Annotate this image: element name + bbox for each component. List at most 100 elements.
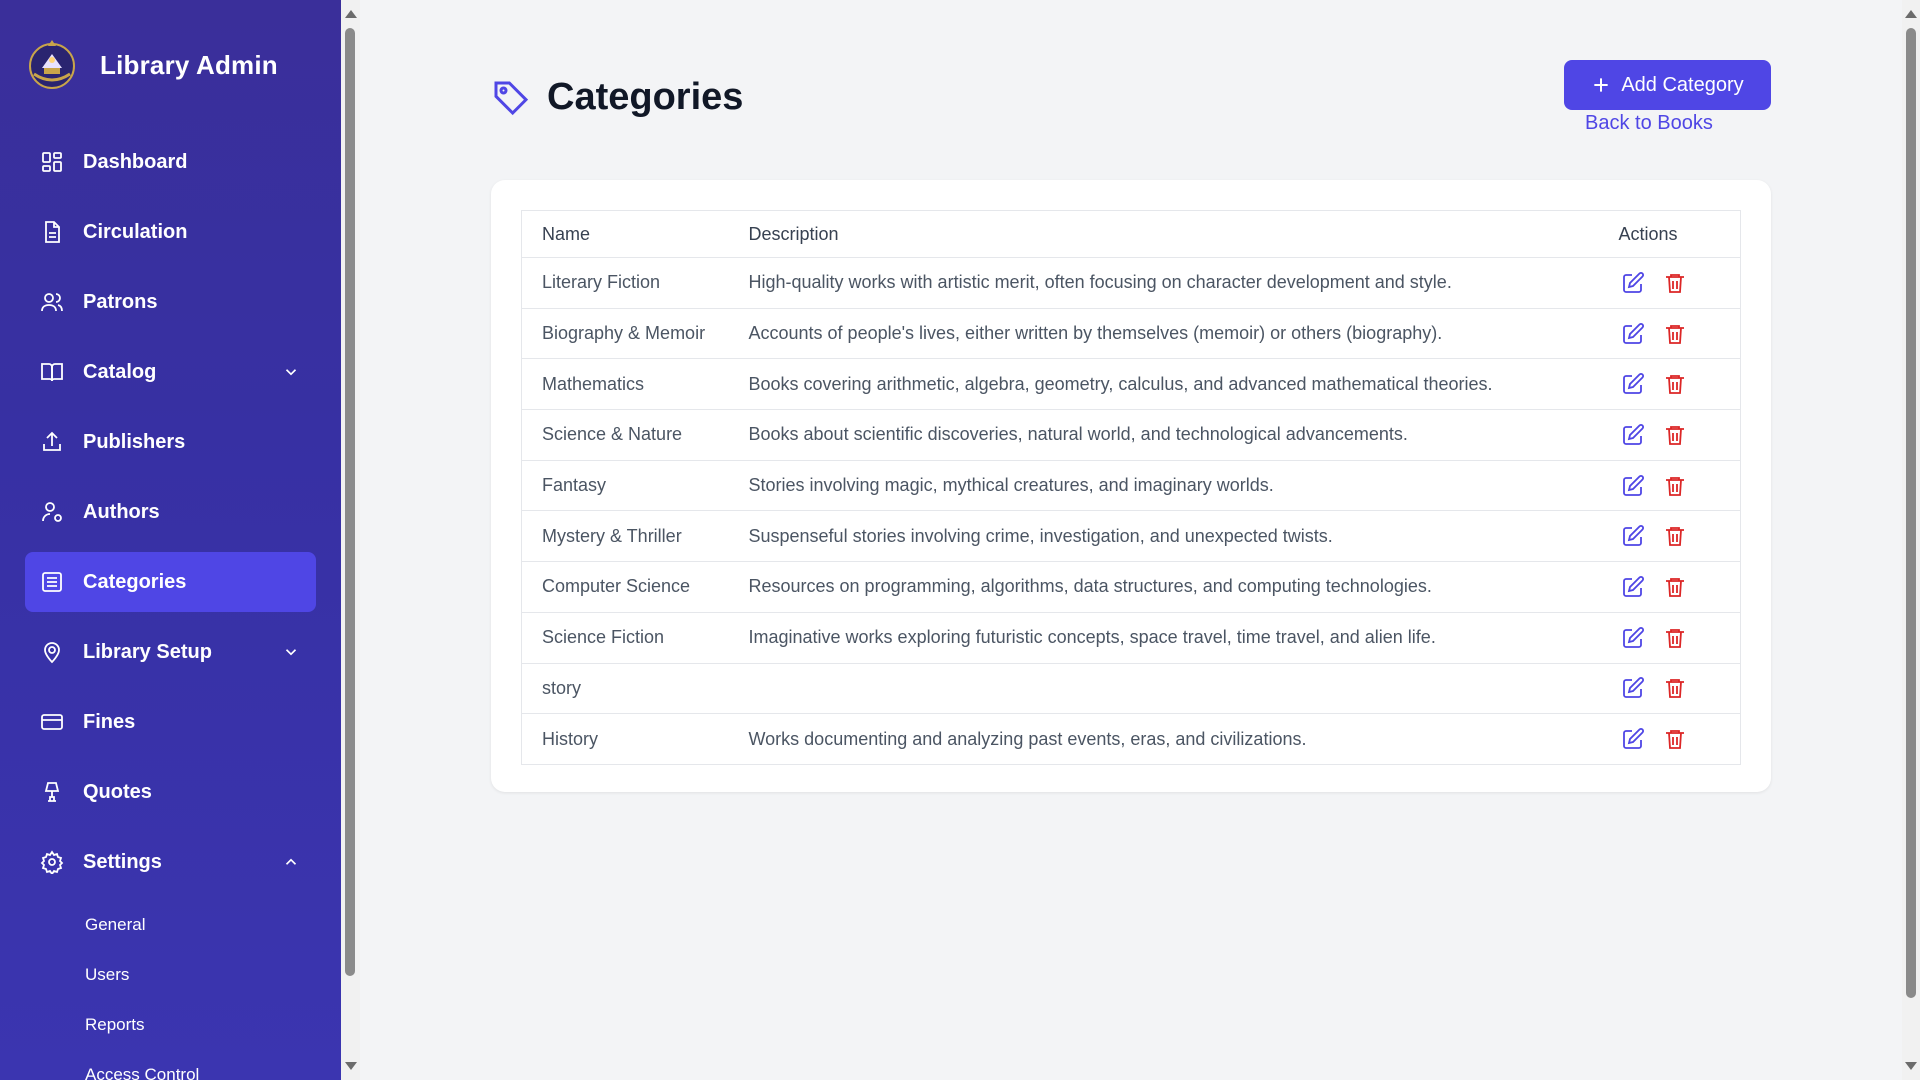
sidebar-item-library-setup[interactable]: Library Setup: [25, 622, 316, 682]
trash-icon[interactable]: [1663, 322, 1687, 346]
sidebar-item-circulation[interactable]: Circulation: [25, 202, 316, 262]
category-name: Science & Nature: [521, 409, 749, 461]
edit-icon[interactable]: [1621, 676, 1645, 700]
chevron-up-icon[interactable]: [282, 853, 300, 871]
trash-icon[interactable]: [1663, 423, 1687, 447]
book-open-icon: [40, 360, 64, 384]
page-title: Categories: [547, 76, 744, 118]
edit-icon[interactable]: [1621, 474, 1645, 498]
edit-icon[interactable]: [1621, 524, 1645, 548]
page-scrollbar[interactable]: [1902, 0, 1920, 1080]
edit-icon[interactable]: [1621, 423, 1645, 447]
back-to-books-link[interactable]: Back to Books: [1585, 112, 1713, 135]
sidebar-item-patrons[interactable]: Patrons: [25, 272, 316, 332]
row-actions: [1618, 257, 1741, 309]
sidebar-item-dashboard[interactable]: Dashboard: [25, 132, 316, 192]
scroll-up-icon[interactable]: [1905, 10, 1917, 18]
category-name: Mathematics: [521, 358, 749, 411]
scroll-up-icon[interactable]: [345, 10, 357, 18]
sidebar-item-label: Dashboard: [83, 150, 188, 173]
edit-icon[interactable]: [1621, 727, 1645, 751]
category-name: Fantasy: [521, 460, 749, 512]
table-row: Mathematics Books covering arithmetic, al…: [521, 358, 1741, 411]
lamp-icon: [40, 780, 64, 804]
sidebar-item-label: Circulation: [83, 220, 188, 243]
column-header-description[interactable]: Description: [748, 210, 1619, 258]
sidebar: Library Admin Dashboard Circulation Patr…: [0, 0, 341, 1080]
column-header-name[interactable]: Name: [521, 210, 749, 258]
scrollbar-thumb[interactable]: [345, 28, 355, 976]
row-actions: [1618, 308, 1741, 360]
row-actions: [1618, 358, 1741, 411]
tag-icon: [491, 78, 531, 118]
brand[interactable]: Library Admin: [26, 36, 278, 94]
user-cog-icon: [40, 500, 64, 524]
subnav-item-reports[interactable]: Reports: [25, 1000, 316, 1050]
trash-icon[interactable]: [1663, 727, 1687, 751]
sidebar-item-settings[interactable]: Settings: [25, 832, 316, 892]
trash-icon[interactable]: [1663, 626, 1687, 650]
upload-icon: [40, 430, 64, 454]
sidebar-item-label: Catalog: [83, 360, 157, 383]
table-row: Biography & Memoir Accounts of people's l…: [521, 308, 1741, 360]
page-header: Categories: [491, 76, 743, 119]
scroll-down-icon[interactable]: [1905, 1062, 1917, 1070]
chevron-down-icon[interactable]: [282, 643, 300, 661]
sidebar-item-publishers[interactable]: Publishers: [25, 412, 316, 472]
trash-icon[interactable]: [1663, 372, 1687, 396]
category-name: Science Fiction: [521, 612, 749, 664]
scroll-down-icon[interactable]: [345, 1062, 357, 1070]
subnav-item-general[interactable]: General: [25, 900, 316, 950]
sidebar-item-label: Publishers: [83, 430, 186, 453]
edit-icon[interactable]: [1621, 322, 1645, 346]
category-description: Resources on programming, algorithms, da…: [748, 561, 1619, 613]
trash-icon[interactable]: [1663, 474, 1687, 498]
category-description: Imaginative works exploring futuristic c…: [748, 612, 1619, 664]
row-actions: [1618, 561, 1741, 613]
table-row: Fantasy Stories involving magic, mythical…: [521, 460, 1741, 512]
row-actions: [1618, 409, 1741, 461]
sidebar-item-label: Settings: [83, 850, 162, 873]
column-header-actions: Actions: [1618, 210, 1741, 258]
edit-icon[interactable]: [1621, 575, 1645, 599]
category-description: Accounts of people's lives, either writt…: [748, 308, 1619, 360]
subnav-item-users[interactable]: Users: [25, 950, 316, 1000]
trash-icon[interactable]: [1663, 524, 1687, 548]
subnav-item-access-control[interactable]: Access Control: [25, 1050, 316, 1080]
sidebar-item-catalog[interactable]: Catalog: [25, 342, 316, 402]
trash-icon[interactable]: [1663, 676, 1687, 700]
scrollbar-thumb[interactable]: [1906, 28, 1916, 998]
table-header-row: Name Description Actions: [521, 210, 1741, 258]
category-name: History: [521, 713, 749, 765]
category-description: [748, 663, 1619, 715]
trash-icon[interactable]: [1663, 575, 1687, 599]
add-category-button[interactable]: Add Category: [1564, 60, 1771, 110]
credit-card-icon: [40, 710, 64, 734]
category-name: Literary Fiction: [521, 257, 749, 309]
categories-table: Name Description Actions Literary Fictio…: [521, 210, 1741, 765]
sidebar-scrollbar[interactable]: [341, 0, 360, 1080]
category-name: Computer Science: [521, 561, 749, 613]
edit-icon[interactable]: [1621, 372, 1645, 396]
sidebar-item-quotes[interactable]: Quotes: [25, 762, 316, 822]
table-row: History Works documenting and analyzing p…: [521, 713, 1741, 765]
sidebar-item-categories[interactable]: Categories: [25, 552, 316, 612]
library-logo: [29, 40, 75, 89]
app-title: Library Admin: [100, 49, 278, 80]
table-row: Literary Fiction High-quality works with …: [521, 257, 1741, 309]
plus-icon: [1591, 75, 1611, 95]
category-name: Mystery & Thriller: [521, 510, 749, 563]
category-name: story: [521, 663, 749, 715]
dashboard-icon: [40, 150, 64, 174]
row-actions: [1618, 460, 1741, 512]
chevron-down-icon[interactable]: [282, 363, 300, 381]
list-icon: [40, 570, 64, 594]
sidebar-item-label: Library Setup: [83, 640, 212, 663]
edit-icon[interactable]: [1621, 271, 1645, 295]
edit-icon[interactable]: [1621, 626, 1645, 650]
sidebar-item-authors[interactable]: Authors: [25, 482, 316, 542]
table-row: story: [521, 663, 1741, 715]
category-description: Works documenting and analyzing past eve…: [748, 713, 1619, 765]
sidebar-item-fines[interactable]: Fines: [25, 692, 316, 752]
trash-icon[interactable]: [1663, 271, 1687, 295]
